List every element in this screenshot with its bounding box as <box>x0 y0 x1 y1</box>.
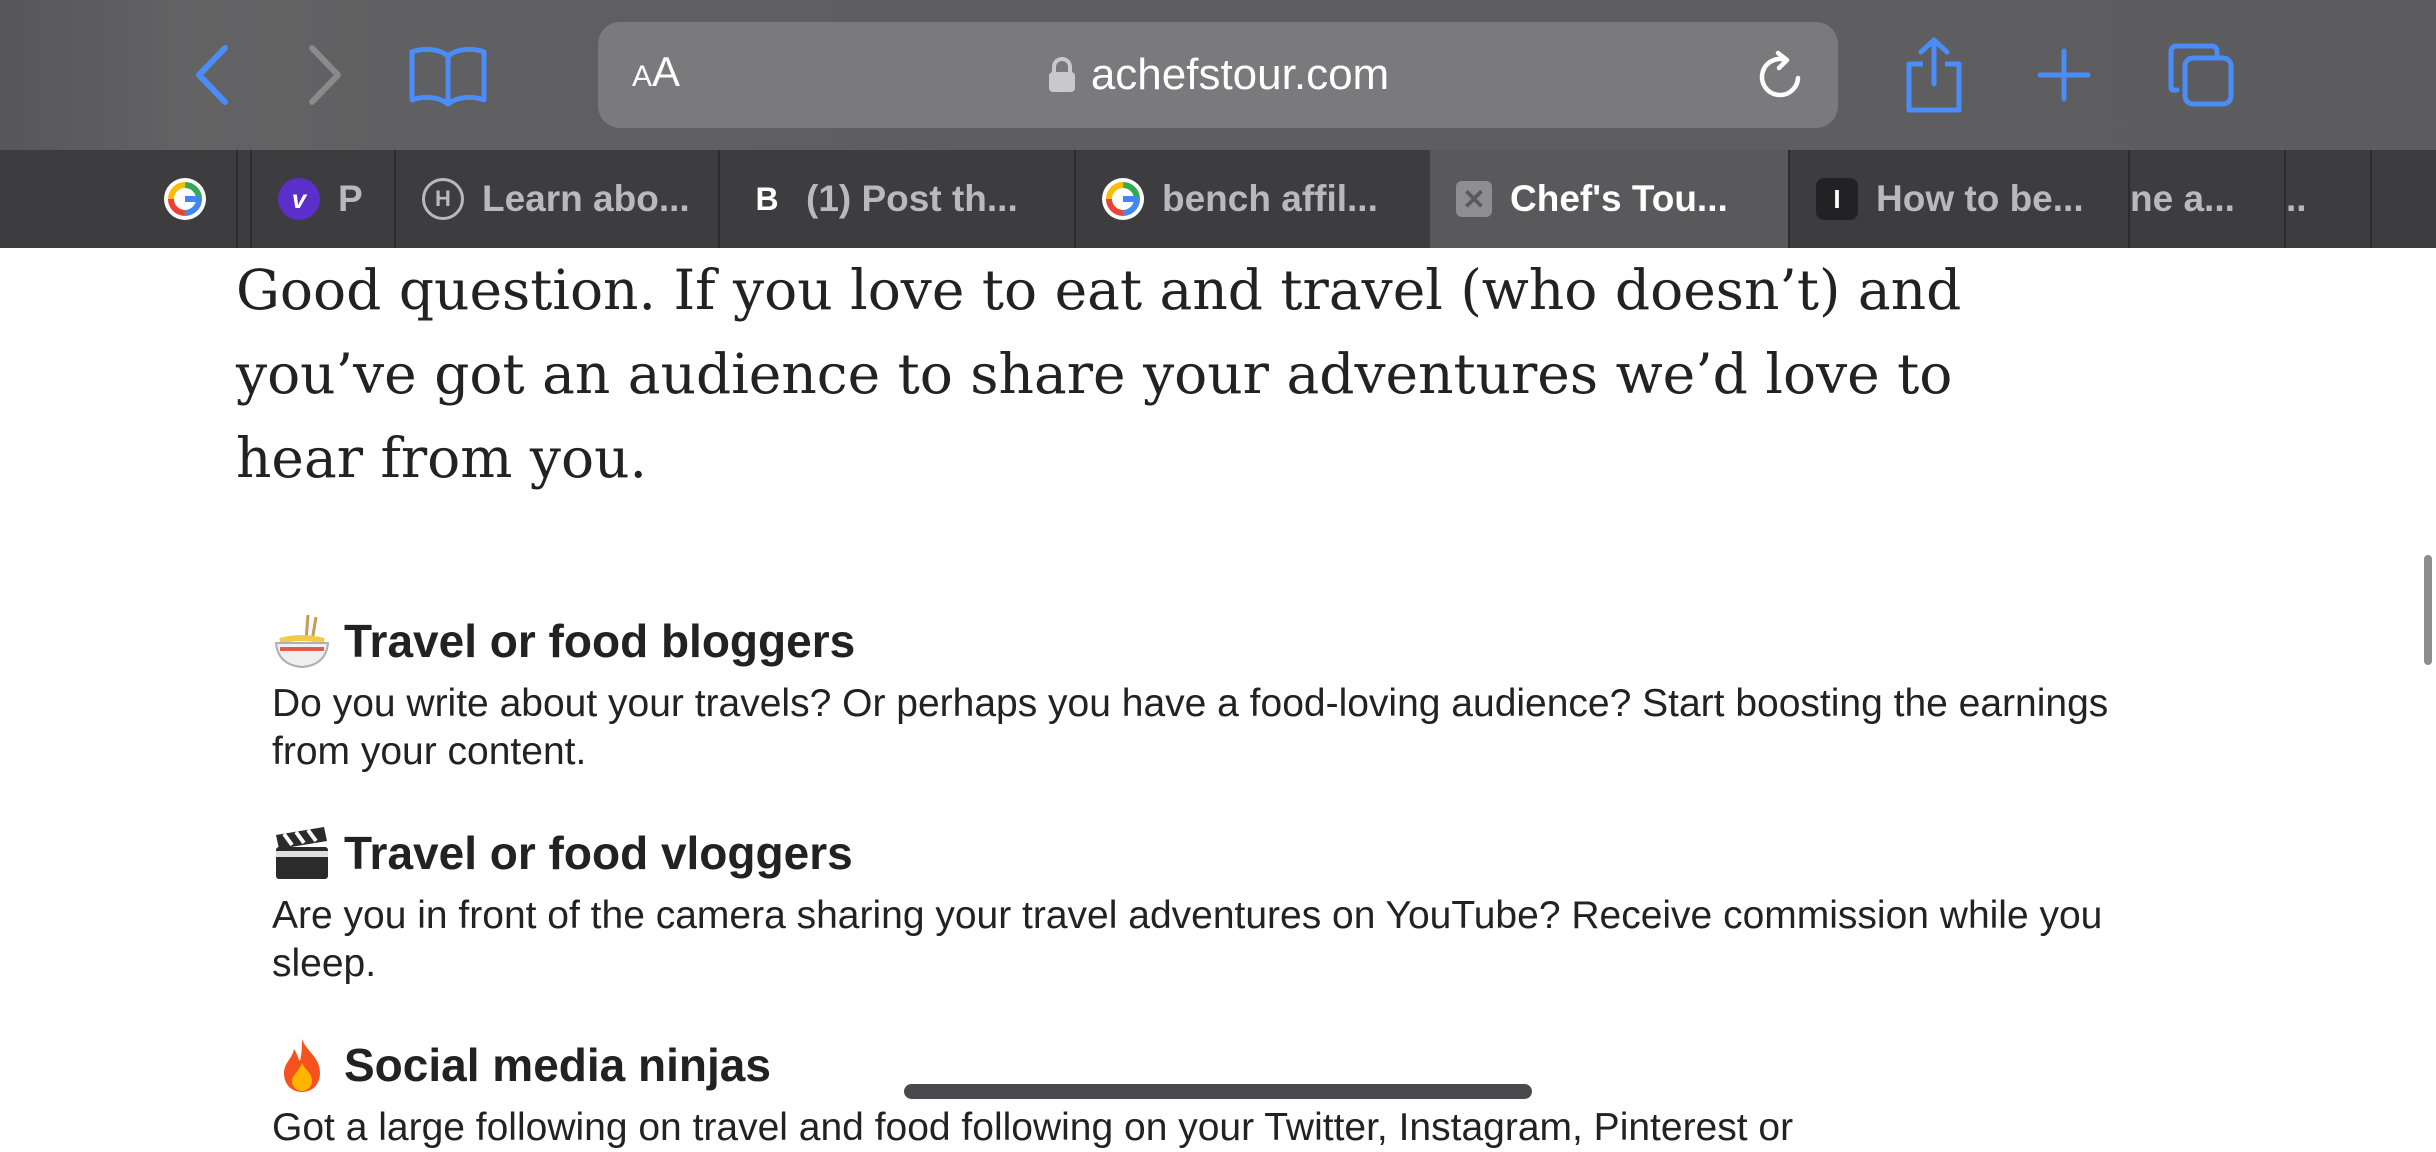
tab-label: Learn abo... <box>482 178 690 219</box>
tab-google-2[interactable] <box>236 150 250 248</box>
section-vloggers: Travel or food vloggers Are you in front… <box>272 822 2172 988</box>
clapperboard-icon <box>272 823 332 883</box>
section-heading: Travel or food bloggers <box>344 615 856 667</box>
tab-label: ne a... <box>2130 178 2235 219</box>
browser-toolbar: AA achefstour.com <box>0 0 2436 150</box>
share-button[interactable] <box>1894 35 1974 115</box>
tab-label: P <box>338 178 363 219</box>
book-icon <box>409 46 487 107</box>
tab-learn-about[interactable]: H Learn abo... <box>394 150 718 248</box>
address-bar[interactable]: AA achefstour.com <box>598 22 1838 128</box>
tab-v[interactable]: v P <box>250 150 394 248</box>
scroll-indicator[interactable] <box>2424 555 2432 665</box>
h-logo-icon: H <box>422 178 464 220</box>
tab-partial-2[interactable]: .. <box>2284 150 2370 248</box>
google-icon <box>164 178 206 220</box>
tab-partial-1[interactable]: ne a... <box>2128 150 2284 248</box>
reload-button[interactable] <box>1752 48 1808 104</box>
forward-button[interactable] <box>285 35 365 115</box>
new-tab-button[interactable] <box>2024 35 2104 115</box>
noodle-bowl-icon <box>272 611 332 671</box>
url-text: achefstour.com <box>1090 50 1390 99</box>
section-bloggers: Travel or food bloggers Do you write abo… <box>272 610 2172 776</box>
intro-paragraph: Good question. If you love to eat and tr… <box>236 258 1962 490</box>
tab-label: (1) Post th... <box>806 178 1018 219</box>
back-button[interactable] <box>172 35 252 115</box>
section-body: Got a large following on travel and food… <box>272 1106 1794 1149</box>
google-icon <box>1102 178 1144 220</box>
i-logo-icon: I <box>1816 178 1858 220</box>
home-indicator[interactable] <box>904 1084 1532 1099</box>
section-body: Are you in front of the camera sharing y… <box>272 894 2103 985</box>
v-logo-icon: v <box>278 178 320 220</box>
bookmarks-button[interactable] <box>408 35 488 115</box>
lock-icon <box>1048 57 1075 92</box>
tab-chefs-tour[interactable]: ✕ Chef's Tou... <box>1430 150 1788 248</box>
tabs-overview-button[interactable] <box>2161 35 2241 115</box>
tab-how-to-be[interactable]: I How to be... <box>1788 150 2128 248</box>
b-logo-icon: B <box>746 178 788 220</box>
tab-bar-end <box>2370 150 2436 248</box>
plus-icon <box>2037 48 2091 102</box>
section-body: Do you write about your travels? Or perh… <box>272 682 2109 773</box>
tab-google-1[interactable] <box>138 150 250 248</box>
close-icon[interactable]: ✕ <box>1456 181 1492 217</box>
chevron-left-icon <box>196 45 228 105</box>
section-heading: Travel or food vloggers <box>344 827 853 879</box>
fire-icon <box>272 1035 332 1095</box>
tab-bar: v P H Learn abo... B (1) Post th... benc… <box>0 150 2436 248</box>
section-heading: Social media ninjas <box>344 1039 771 1091</box>
tab-post[interactable]: B (1) Post th... <box>718 150 1074 248</box>
tab-label: Chef's Tou... <box>1510 178 1728 219</box>
tab-label: How to be... <box>1876 178 2084 219</box>
reload-icon <box>1759 50 1801 98</box>
tabs-icon <box>2168 43 2234 107</box>
share-icon <box>1906 37 1962 113</box>
tab-label: .. <box>2286 178 2307 219</box>
tab-label: bench affil... <box>1162 178 1378 219</box>
tab-bench-affiliate[interactable]: bench affil... <box>1074 150 1430 248</box>
chevron-right-icon <box>309 45 341 105</box>
